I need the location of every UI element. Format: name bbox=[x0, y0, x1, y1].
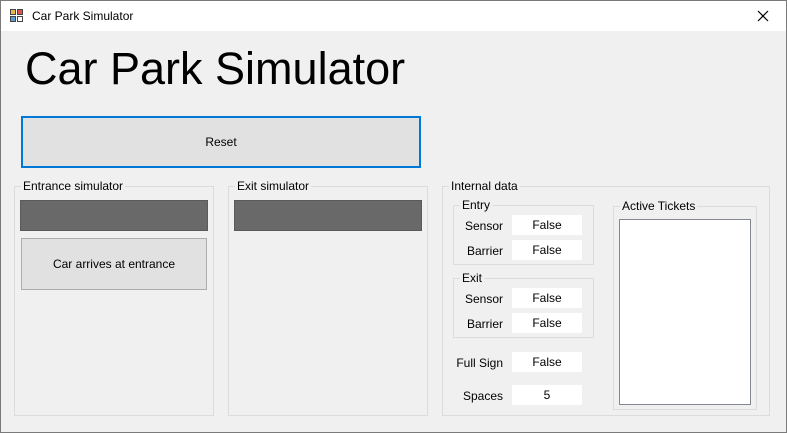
exit-indicator-bar bbox=[234, 200, 422, 231]
app-icon bbox=[10, 9, 24, 23]
spaces-label: Spaces bbox=[462, 389, 503, 403]
page-title: Car Park Simulator bbox=[25, 43, 406, 94]
close-icon bbox=[757, 10, 769, 22]
full-sign-value: False bbox=[512, 352, 582, 372]
internal-data-label: Internal data bbox=[449, 179, 520, 193]
exit-simulator-label: Exit simulator bbox=[235, 179, 312, 193]
window-title: Car Park Simulator bbox=[32, 9, 134, 23]
car-arrives-button[interactable]: Car arrives at entrance bbox=[21, 238, 207, 290]
exit-sensor-label: Sensor bbox=[464, 292, 503, 306]
entry-barrier-label: Barrier bbox=[466, 244, 503, 258]
exit-barrier-value: False bbox=[512, 313, 582, 333]
active-tickets-list[interactable] bbox=[619, 219, 751, 405]
app-window: Car Park Simulator Car Park Simulator Re… bbox=[0, 0, 787, 433]
close-button[interactable] bbox=[740, 1, 786, 31]
entrance-indicator-bar bbox=[20, 200, 208, 231]
full-sign-label: Full Sign bbox=[456, 356, 503, 370]
entry-sensor-value: False bbox=[512, 215, 582, 235]
title-bar: Car Park Simulator bbox=[1, 1, 786, 31]
entry-sensor-label: Sensor bbox=[464, 219, 503, 233]
exit-sensor-value: False bbox=[512, 288, 582, 308]
entrance-simulator-label: Entrance simulator bbox=[21, 179, 126, 193]
entry-group-label: Entry bbox=[460, 198, 493, 212]
reset-button[interactable]: Reset bbox=[21, 116, 421, 168]
entry-barrier-value: False bbox=[512, 240, 582, 260]
active-tickets-label: Active Tickets bbox=[620, 199, 698, 213]
exit-barrier-label: Barrier bbox=[466, 317, 503, 331]
exit-group-label: Exit bbox=[460, 271, 485, 285]
spaces-value: 5 bbox=[512, 385, 582, 405]
